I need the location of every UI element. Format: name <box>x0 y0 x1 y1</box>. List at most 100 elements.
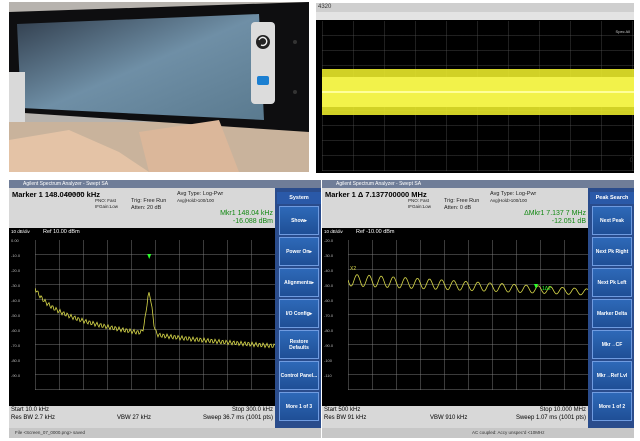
right-avg-hold: Avg|Hold>100/100 <box>490 198 527 203</box>
y-tick-label: -20.0 <box>11 268 21 273</box>
y-tick-label: 0.00 <box>11 238 19 243</box>
marker-delta-label: 1Δ2 <box>542 286 551 292</box>
y-tick-label: -10.0 <box>11 253 21 258</box>
left-info-panel: Marker 1 148.040000 kHz Input: RF PNO: F… <box>9 188 275 228</box>
right-ref-level: Ref -10.00 dBm <box>356 229 395 235</box>
left-spectrum-analyzer: Agilent Spectrum Analyzer - Swept SA Mar… <box>9 180 321 438</box>
y-tick-label: -80.0 <box>11 358 21 363</box>
oscilloscope-screen: 4320 Spec All 0 <box>316 3 634 173</box>
softkey-show[interactable]: Show▸ <box>279 206 319 235</box>
left-status-text: File <Screen_07_0000.png> saved <box>15 430 86 435</box>
right-graticule: 10 dB/div Ref -10.00 dBm -20.0 -30.0 -40.0… <box>322 228 588 406</box>
y-tick-label: -70.0 <box>11 343 21 348</box>
left-softkey-header: System <box>277 192 321 204</box>
left-res-bw: Res BW 2.7 kHz <box>11 415 56 421</box>
right-readout-freq: ΔMkr1 7.137 7 MHz <box>524 210 586 217</box>
left-trig: Trig: Free Run <box>131 198 167 204</box>
softkey-mkr-ref-lvl[interactable]: Mkr→Ref Lvl <box>592 361 632 390</box>
left-scale: 10 dB/div <box>11 229 30 234</box>
right-sweep: Sweep 1.07 ms (1001 pts) <box>515 415 586 421</box>
left-grid <box>35 240 275 390</box>
right-info-panel: Marker 1 Δ 7.137700000 MHz PNO: Fast IFG… <box>322 188 588 228</box>
scope-model: 4320 <box>318 4 332 10</box>
left-graticule: 10 dB/div Ref 10.00 dBm 0.00 -10.0 -20.0 -3… <box>9 228 275 406</box>
y-tick-label: -30.0 <box>11 283 21 288</box>
right-grid: 1Δ2 X2 <box>348 240 588 390</box>
softkey-next-peak[interactable]: Next Peak <box>592 206 632 235</box>
y-tick-label: -60.0 <box>324 298 334 303</box>
left-window-title: Agilent Spectrum Analyzer - Swept SA <box>9 180 321 188</box>
softkey-next-pk-left[interactable]: Next Pk Left <box>592 268 632 297</box>
y-tick-label: -70.0 <box>324 313 334 318</box>
left-avg-type: Avg Type: Log-Pwr <box>177 191 224 197</box>
right-trace: 1Δ2 X2 <box>348 266 588 296</box>
softkey-next-pk-right[interactable]: Next Pk Right <box>592 237 632 266</box>
left-softkey-panel: System Show▸ Power On▸ Alignments▸ I/O C… <box>277 188 321 428</box>
right-start: Start 500 kHz <box>324 407 361 413</box>
softkey-control-panel[interactable]: Control Panel... <box>279 361 319 390</box>
y-tick-label: -40.0 <box>324 268 334 273</box>
softkey-alignments[interactable]: Alignments▸ <box>279 268 319 297</box>
right-status-bar: AC coupled: Accy unspec'd <10MHz <box>322 428 634 438</box>
right-softkey-header: Peak Search <box>590 192 634 204</box>
left-vbw: VBW 27 kHz <box>117 415 152 421</box>
left-readout-level: -16.088 dBm <box>232 218 273 225</box>
y-tick-label: -100 <box>324 358 333 363</box>
right-vbw: VBW 910 kHz <box>430 415 468 421</box>
right-trace-line <box>348 274 588 296</box>
softkey-more-right[interactable]: More 1 of 2 <box>592 392 632 421</box>
left-input: Input: RF <box>65 191 84 196</box>
scope-header: 4320 <box>316 3 634 12</box>
left-avg-hold: Avg|Hold>100/100 <box>177 198 214 203</box>
marker-ref-label: X2 <box>350 266 356 272</box>
scope-trigger-label: Spec All <box>615 29 630 34</box>
y-tick-label: -90.0 <box>11 373 21 378</box>
left-readout-freq: Mkr1 148.04 kHz <box>220 210 273 217</box>
left-sweep: Sweep 36.7 ms (1001 pts) <box>202 415 273 421</box>
scope-waveform <box>322 69 634 115</box>
y-tick-label: -20.0 <box>324 238 334 243</box>
softkey-mkr-cf[interactable]: Mkr→CF <box>592 330 632 359</box>
right-softkey-panel: Peak Search Next Peak Next Pk Right Next… <box>590 188 634 428</box>
softkey-marker-delta[interactable]: Marker Delta <box>592 299 632 328</box>
camera-icon <box>257 76 269 85</box>
right-spectrum-analyzer: Agilent Spectrum Analyzer - Swept SA Mar… <box>322 180 634 438</box>
left-ref-level: Ref 10.00 dBm <box>43 229 80 235</box>
left-trace-line <box>35 287 275 349</box>
right-footer: Start 500 kHz Res BW 91 kHz VBW 910 kHz … <box>322 406 588 428</box>
softkey-more[interactable]: More 1 of 3 <box>279 392 319 421</box>
scope-subheader <box>316 12 634 20</box>
left-atten: Atten: 20 dB <box>131 205 162 211</box>
right-window-title: Agilent Spectrum Analyzer - Swept SA <box>322 180 634 188</box>
y-tick-label: -30.0 <box>324 253 334 258</box>
y-tick-label: -50.0 <box>11 313 21 318</box>
left-trace <box>35 254 275 349</box>
right-pno: PNO: Fast <box>408 198 430 203</box>
y-tick-label: -60.0 <box>11 328 21 333</box>
y-tick-label: -80.0 <box>324 328 334 333</box>
y-tick-label: -50.0 <box>324 283 334 288</box>
left-pno: PNO: Fast <box>95 198 117 203</box>
left-footer: Start 10.0 kHz Res BW 2.7 kHz VBW 27 kHz… <box>9 406 275 428</box>
right-ifgain: IFGain:Low <box>408 204 432 209</box>
right-status-text: AC coupled: Accy unspec'd <10MHz <box>472 430 545 435</box>
y-tick-label: -110 <box>324 373 332 378</box>
right-scale: 10 dB/div <box>324 229 343 234</box>
right-avg-type: Avg Type: Log-Pwr <box>490 191 537 197</box>
phone-photo-drawing <box>9 2 309 172</box>
phone-photo <box>9 2 309 172</box>
right-readout-level: -12.051 dB <box>551 218 586 225</box>
softkey-restore-defaults[interactable]: Restore Defaults <box>279 330 319 359</box>
left-stop: Stop 300.0 kHz <box>231 407 273 413</box>
right-stop: Stop 10.000 MHz <box>539 407 586 413</box>
camera-button <box>251 22 275 104</box>
right-res-bw: Res BW 91 kHz <box>324 415 367 421</box>
left-marker-readout[interactable]: Marker 1 148.040000 kHz <box>12 190 100 199</box>
softkey-io-config[interactable]: I/O Config▸ <box>279 299 319 328</box>
left-start: Start 10.0 kHz <box>11 407 50 413</box>
left-ifgain: IFGain:Low <box>95 204 119 209</box>
y-tick-label: -90.0 <box>324 343 334 348</box>
left-status-bar: File <Screen_07_0000.png> saved <box>9 428 321 438</box>
softkey-power-on[interactable]: Power On▸ <box>279 237 319 266</box>
marker-1-icon[interactable] <box>147 254 152 259</box>
